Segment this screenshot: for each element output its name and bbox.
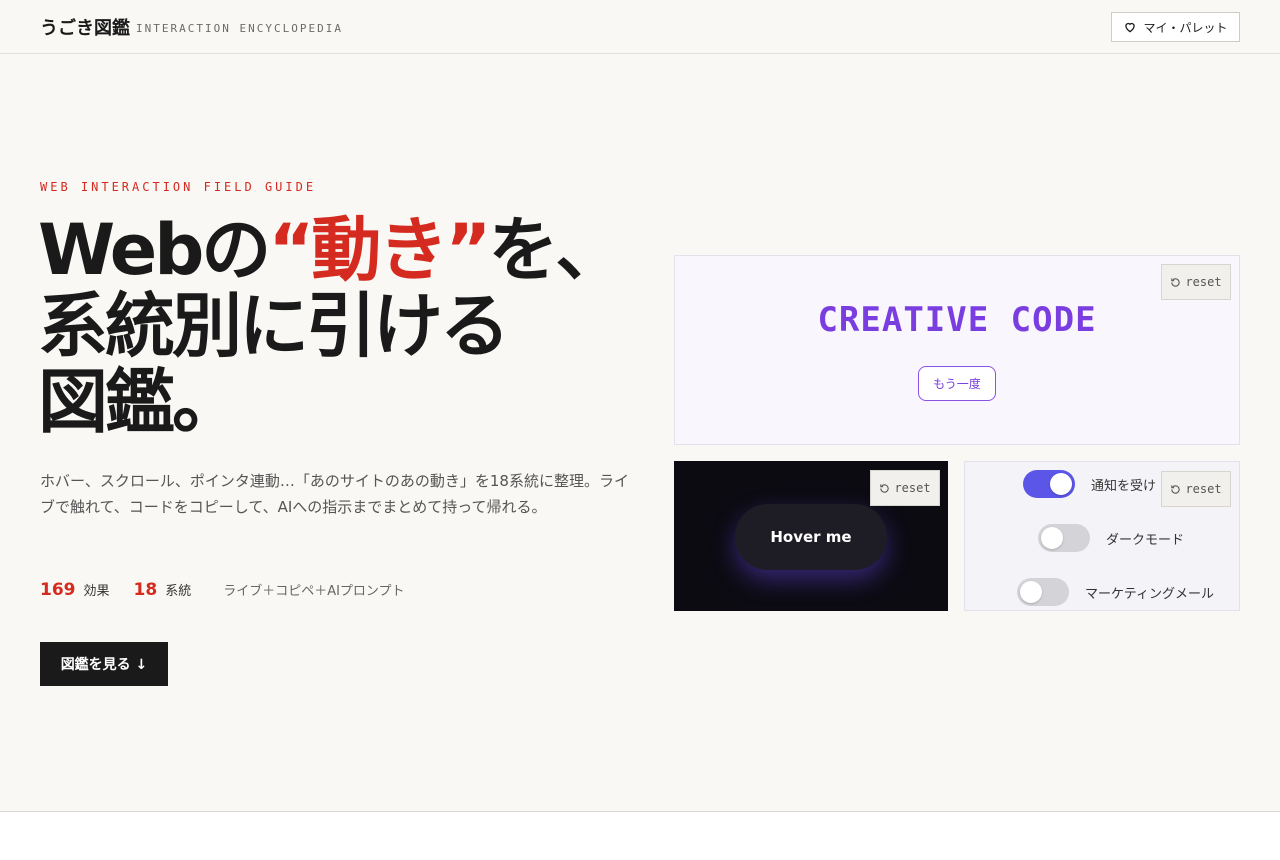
hero-eyebrow: WEB INTERACTION FIELD GUIDE xyxy=(40,180,317,194)
reset-label: reset xyxy=(1185,482,1222,496)
reset-icon xyxy=(1171,484,1181,494)
site-header: うごき図鑑 INTERACTION ENCYCLOPEDIA マイ・パレット xyxy=(0,0,1280,54)
heart-icon xyxy=(1125,22,1136,33)
reset-button[interactable]: reset xyxy=(1161,264,1231,300)
toggle-label: 通知を受け xyxy=(1091,478,1157,494)
reset-button[interactable]: reset xyxy=(1161,471,1231,507)
hero-headline: Webの“動き”を、 系統別に引ける 図鑑。 xyxy=(38,212,638,440)
headline-text-2: を、 xyxy=(488,209,625,291)
creative-code-demo: CREATIVE CODE もう一度 reset xyxy=(674,255,1240,445)
toggle-row: 通知を受け xyxy=(1023,470,1156,498)
my-palette-label: マイ・パレット xyxy=(1143,20,1228,35)
category-count: 18 xyxy=(133,580,158,600)
toggle-label: マーケティングメール xyxy=(1085,586,1214,602)
toggle-knob xyxy=(1041,527,1063,549)
reset-button[interactable]: reset xyxy=(870,470,940,506)
toggle-knob xyxy=(1050,473,1072,495)
hero-lead: ホバー、スクロール、ポインタ連動…「あのサイトのあの動き」を18系統に整理。ライ… xyxy=(40,472,629,516)
dark-mode-toggle[interactable] xyxy=(1038,524,1090,552)
headline-accent: “動き” xyxy=(268,209,491,291)
feature-note: ライブ＋コピペ＋AIプロンプト xyxy=(223,584,405,599)
view-encyclopedia-button[interactable]: 図鑑を見る ↓ xyxy=(40,642,168,686)
hover-glow-demo: Hover me reset xyxy=(674,461,948,611)
site-logo[interactable]: うごき図鑑 xyxy=(40,14,130,40)
effect-count-label: 効果 xyxy=(83,584,110,599)
reset-icon xyxy=(880,483,890,493)
headline-line-3: 図鑑。 xyxy=(38,361,242,443)
headline-text-1: Webの xyxy=(38,209,271,291)
replay-button[interactable]: もう一度 xyxy=(918,366,996,401)
headline-line-2: 系統別に引ける xyxy=(38,285,510,367)
toggle-row: マーケティングメール xyxy=(1017,578,1214,606)
reset-label: reset xyxy=(1185,275,1222,289)
toggle-switch-demo: 通知を受け ダークモード マーケティングメール reset xyxy=(964,461,1240,611)
effect-count: 169 xyxy=(40,580,76,600)
marketing-email-toggle[interactable] xyxy=(1017,578,1069,606)
toggle-label: ダークモード xyxy=(1106,532,1185,548)
my-palette-button[interactable]: マイ・パレット xyxy=(1111,12,1240,42)
reset-label: reset xyxy=(894,481,931,495)
hover-me-button[interactable]: Hover me xyxy=(735,504,887,570)
category-count-label: 系統 xyxy=(165,584,192,599)
hero-stats: 169 効果 18 系統 ライブ＋コピペ＋AIプロンプト xyxy=(40,580,405,600)
next-section xyxy=(0,811,1280,860)
site-tagline: INTERACTION ENCYCLOPEDIA xyxy=(136,22,343,35)
reset-icon xyxy=(1171,277,1181,287)
creative-code-text: CREATIVE CODE xyxy=(817,300,1097,340)
toggle-knob xyxy=(1020,581,1042,603)
toggle-row: ダークモード xyxy=(1038,524,1184,552)
notification-toggle[interactable] xyxy=(1023,470,1075,498)
